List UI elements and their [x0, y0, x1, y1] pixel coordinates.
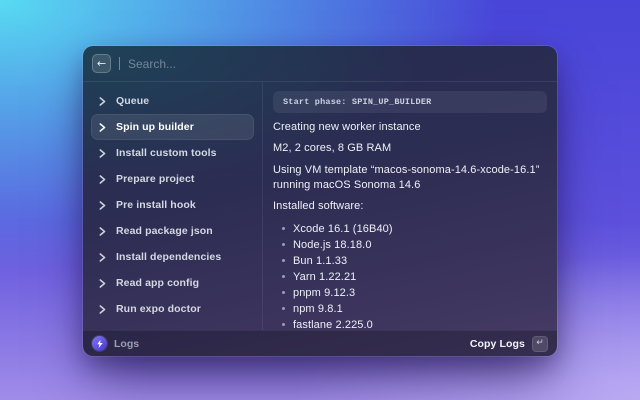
sidebar-item[interactable]: Spin up builder [91, 114, 254, 140]
sidebar-item-label: Prepare project [116, 173, 195, 185]
sidebar-item-label: Install dependencies [116, 251, 222, 263]
software-list-item: pnpm 9.12.3 [273, 285, 547, 301]
sidebar-item-label: Spin up builder [116, 121, 194, 133]
software-name: fastlane 2.225.0 [293, 318, 373, 331]
software-name: Yarn 1.22.21 [293, 270, 357, 283]
sidebar-item[interactable]: Pre install hook [91, 192, 254, 218]
sidebar-item-label: Pre install hook [116, 199, 196, 211]
software-name: pnpm 9.12.3 [293, 286, 356, 299]
bolt-glyph-icon [97, 339, 103, 348]
build-phases-sidebar: Queue Spin up builder Install custom too… [83, 82, 263, 330]
text-caret [119, 57, 120, 70]
phase-banner: Start phase: SPIN_UP_BUILDER [273, 91, 547, 113]
software-name: Node.js 18.18.0 [293, 238, 372, 251]
bullet-dot-icon [282, 275, 285, 278]
software-list-item: Xcode 16.1 (16B40) [273, 221, 547, 237]
footer-bar: Logs Copy Logs ↵ [83, 330, 557, 356]
software-name: Xcode 16.1 (16B40) [293, 222, 393, 235]
back-button[interactable]: ← [92, 54, 111, 73]
sidebar-item[interactable]: Read package json [91, 218, 254, 244]
sidebar-item-label: Read app config [116, 277, 200, 289]
log-line: Creating new worker instance [273, 120, 421, 133]
sidebar-item-label: Read package json [116, 225, 213, 237]
bullet-dot-icon [282, 259, 285, 262]
log-line: Using VM template “macos-sonoma-14.6-xco… [273, 163, 540, 191]
software-list-item: Bun 1.1.33 [273, 253, 547, 269]
bullet-dot-icon [282, 291, 285, 294]
sidebar-item[interactable]: Run expo doctor [91, 296, 254, 322]
software-list-item: Yarn 1.22.21 [273, 269, 547, 285]
arrow-left-icon: ← [96, 57, 107, 70]
footer-logs-label: Logs [114, 337, 140, 350]
software-list-item: npm 9.8.1 [273, 301, 547, 317]
log-content: Start phase: SPIN_UP_BUILDER Creating ne… [263, 82, 557, 333]
chevron-right-icon [99, 304, 106, 314]
sidebar-item[interactable]: Install dependencies [91, 244, 254, 270]
chevron-right-icon [99, 252, 106, 262]
logs-badge-icon [92, 336, 107, 351]
chevron-right-icon [99, 226, 106, 236]
chevron-right-icon [99, 96, 106, 106]
sidebar-item[interactable]: Install custom tools [91, 140, 254, 166]
bullet-dot-icon [282, 307, 285, 310]
software-list-item: Node.js 18.18.0 [273, 237, 547, 253]
chevron-right-icon [99, 122, 106, 132]
bullet-dot-icon [282, 243, 285, 246]
sidebar-item-label: Install custom tools [116, 147, 217, 159]
search-bar: ← [83, 46, 557, 82]
sidebar-item-label: Run expo doctor [116, 303, 201, 315]
copy-logs-button[interactable]: Copy Logs [470, 338, 525, 350]
chevron-right-icon [99, 148, 106, 158]
software-list: Xcode 16.1 (16B40) Node.js 18.18.0 Bun 1… [273, 221, 547, 333]
chevron-right-icon [99, 200, 106, 210]
software-name: npm 9.8.1 [293, 302, 343, 315]
bullet-dot-icon [282, 227, 285, 230]
build-logs-window: ← Queue Spin up builder [82, 45, 558, 357]
log-line: Installed software: [273, 200, 364, 212]
sidebar-item[interactable]: Queue [91, 88, 254, 114]
sidebar-item-label: Queue [116, 95, 150, 107]
chevron-right-icon [99, 278, 106, 288]
chevron-right-icon [99, 174, 106, 184]
sidebar-item[interactable]: Read app config [91, 270, 254, 296]
search-input[interactable] [128, 56, 548, 71]
bullet-dot-icon [282, 323, 285, 326]
log-lines: Creating new worker instance M2, 2 cores,… [273, 120, 547, 215]
log-line: M2, 2 cores, 8 GB RAM [273, 142, 392, 154]
sidebar-item[interactable]: Prepare project [91, 166, 254, 192]
software-name: Bun 1.1.33 [293, 254, 348, 267]
return-key-icon: ↵ [532, 335, 548, 352]
